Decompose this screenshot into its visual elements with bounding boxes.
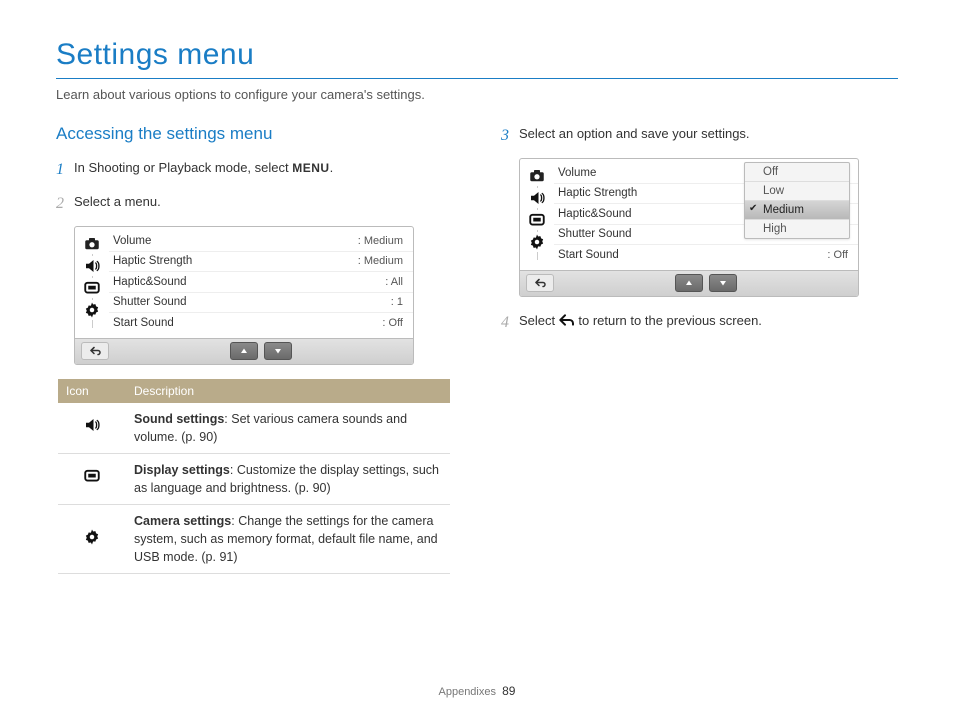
menu-footer-bar [520,270,858,296]
icon-description-table: Icon Description Sound settings: Set var… [58,379,450,575]
page-number: 89 [502,684,515,698]
sound-icon [58,403,126,454]
gear-icon [81,300,103,320]
menu-label: MENU [292,161,329,175]
down-button[interactable] [709,274,737,292]
table-description: Camera settings: Change the settings for… [126,505,450,574]
menu-row: Shutter Sound: 1 [109,293,413,314]
right-column: 3 Select an option and save your setting… [501,124,898,574]
table-header-icon: Icon [58,379,126,403]
display-icon [81,278,103,298]
menu-icon-column [520,159,554,270]
sound-icon [81,256,103,276]
step-text: In Shooting or Playback mode, select MEN… [74,158,333,178]
menu-row: Start Sound: Off [554,245,858,266]
menu-row: Volume: Medium [109,231,413,252]
gear-icon [58,505,126,574]
menu-footer-bar [75,338,413,364]
camera-icon [526,166,548,186]
up-button[interactable] [675,274,703,292]
camera-menu-screenshot: Volume: Medium Haptic Strength: Medium H… [74,226,414,365]
table-description: Display settings: Customize the display … [126,453,450,504]
step-1: 1 In Shooting or Playback mode, select M… [56,158,453,182]
dropdown-option-low[interactable]: Low [745,182,849,201]
page-footer: Appendixes 89 [0,684,954,698]
back-button[interactable] [81,342,109,360]
step-3: 3 Select an option and save your setting… [501,124,898,148]
menu-icon-column [75,227,109,338]
step-2: 2 Select a menu. [56,192,453,216]
menu-row: Haptic Strength: Medium [109,252,413,273]
left-column: Accessing the settings menu 1 In Shootin… [56,124,453,574]
step-text: Select an option and save your settings. [519,124,750,144]
page-title: Settings menu [56,38,898,79]
return-icon [559,313,575,327]
menu-list: Volume: Medium Haptic Strength: Medium H… [109,227,413,338]
step-number: 1 [56,158,74,182]
step-number: 3 [501,124,519,148]
camera-icon [81,234,103,254]
footer-section: Appendixes [439,686,497,698]
sound-icon [526,188,548,208]
menu-row: Start Sound: Off [109,313,413,334]
step-number: 4 [501,311,519,335]
gear-icon [526,232,548,252]
table-row: Display settings: Customize the display … [58,453,450,504]
dropdown-option-high[interactable]: High [745,220,849,238]
volume-dropdown[interactable]: Off Low Medium High [744,162,850,239]
table-header-description: Description [126,379,450,403]
dropdown-option-medium[interactable]: Medium [745,201,849,220]
intro-text: Learn about various options to configure… [56,87,898,102]
section-heading: Accessing the settings menu [56,124,453,144]
step-text: Select to return to the previous screen. [519,311,762,331]
step-4: 4 Select to return to the previous scree… [501,311,898,335]
down-button[interactable] [264,342,292,360]
display-icon [526,210,548,230]
camera-menu-screenshot: Volume Haptic Strength Haptic&Sound Shut… [519,158,859,297]
step-text: Select a menu. [74,192,161,212]
menu-row: Haptic&Sound: All [109,272,413,293]
table-row: Camera settings: Change the settings for… [58,505,450,574]
display-icon [58,453,126,504]
step-number: 2 [56,192,74,216]
back-button[interactable] [526,274,554,292]
table-description: Sound settings: Set various camera sound… [126,403,450,454]
up-button[interactable] [230,342,258,360]
table-row: Sound settings: Set various camera sound… [58,403,450,454]
dropdown-option-off[interactable]: Off [745,163,849,182]
